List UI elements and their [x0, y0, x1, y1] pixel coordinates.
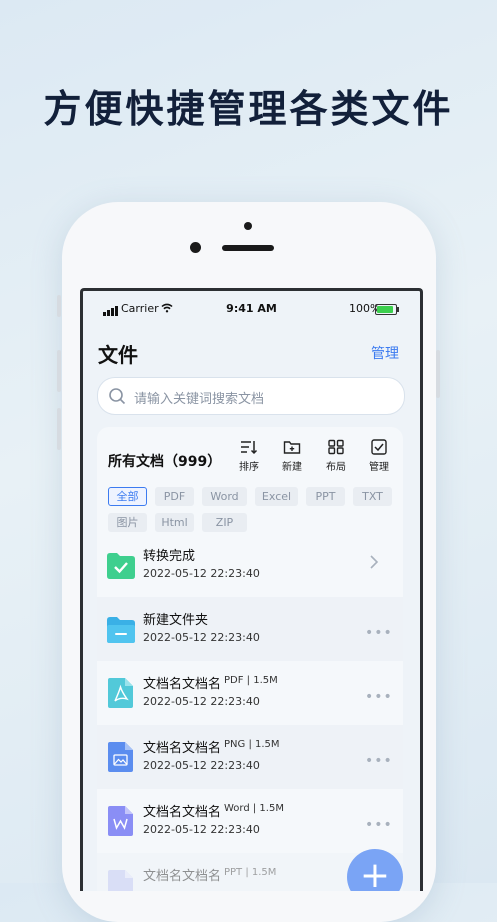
file-date: 2022-05-12 22:23:40	[143, 759, 260, 772]
image-file-icon	[108, 742, 133, 772]
manage-button[interactable]: 管理	[361, 439, 397, 473]
volume-up-button	[57, 350, 61, 392]
file-row[interactable]: 新建文件夹 2022-05-12 22:23:40 •••	[97, 597, 403, 661]
folder-icon	[107, 617, 135, 643]
filter-chip-html[interactable]: Html	[155, 513, 194, 532]
layout-label: 布局	[326, 462, 346, 473]
ppt-file-icon	[108, 870, 133, 891]
filter-chip-excel[interactable]: Excel	[255, 487, 298, 506]
file-date: 2022-05-12 22:23:40	[143, 631, 260, 644]
filter-chip-ppt[interactable]: PPT	[306, 487, 345, 506]
search-placeholder: 请输入关键词搜索文档	[134, 392, 265, 407]
sort-icon	[241, 441, 258, 455]
sort-button[interactable]: 排序	[231, 439, 267, 473]
speaker-grille	[222, 245, 274, 251]
pdf-file-icon	[108, 678, 133, 708]
file-row[interactable]: 文档名文档名 Word | 1.5M 2022-05-12 22:23:40 •…	[97, 789, 403, 853]
file-meta: PPT | 1.5M	[224, 867, 277, 878]
app-screen: Carrier 9:41 AM 100% 文件 管理 请输入关键词搜索文档 所有…	[80, 288, 423, 891]
more-icon[interactable]: •••	[365, 753, 393, 769]
file-meta: Word | 1.5M	[224, 803, 284, 814]
search-icon	[109, 388, 126, 405]
sort-label: 排序	[239, 462, 259, 473]
filter-chip-pdf[interactable]: PDF	[155, 487, 194, 506]
more-icon[interactable]: •••	[365, 689, 393, 705]
sensor-dot	[244, 222, 252, 230]
file-name: 文档名文档名	[143, 805, 222, 820]
folder-check-icon	[107, 553, 135, 579]
power-button	[436, 350, 440, 398]
grid-icon	[328, 439, 344, 455]
status-bar: Carrier 9:41 AM 100%	[83, 291, 420, 317]
file-meta: PDF | 1.5M	[224, 675, 278, 686]
search-input[interactable]: 请输入关键词搜索文档	[97, 377, 405, 415]
file-name: 转换完成	[143, 549, 196, 564]
volume-down-button	[57, 408, 61, 450]
page-title: 文件	[98, 343, 138, 367]
more-icon[interactable]: •••	[365, 817, 393, 833]
camera-dot	[190, 242, 201, 253]
headline: 方便快捷管理各类文件	[43, 87, 454, 131]
file-row[interactable]: 文档名文档名 PNG | 1.5M 2022-05-12 22:23:40 ••…	[97, 725, 403, 789]
filter-chip-zip[interactable]: ZIP	[202, 513, 247, 532]
more-icon[interactable]: •••	[365, 625, 393, 641]
filter-chip-word[interactable]: Word	[202, 487, 247, 506]
battery-icon	[375, 304, 399, 315]
filter-chip-txt[interactable]: TXT	[353, 487, 392, 506]
filter-chip-image[interactable]: 图片	[108, 513, 147, 532]
new-button[interactable]: 新建	[274, 439, 310, 473]
new-folder-icon	[283, 441, 301, 454]
manage-link[interactable]: 管理	[371, 343, 399, 363]
file-date: 2022-05-12 22:23:40	[143, 823, 260, 836]
file-name: 文档名文档名	[143, 741, 222, 756]
panel-title: 所有文档（999）	[108, 454, 222, 470]
mute-switch	[57, 295, 61, 317]
file-name: 文档名文档名	[143, 869, 222, 884]
layout-button[interactable]: 布局	[318, 439, 354, 473]
new-label: 新建	[282, 462, 302, 473]
file-meta: PNG | 1.5M	[224, 739, 280, 750]
checkbox-icon	[371, 439, 387, 455]
manage-label: 管理	[369, 462, 389, 473]
file-date: 2022-05-12 22:23:40	[143, 567, 260, 580]
file-date: 2022-05-12 22:23:40	[143, 695, 260, 708]
documents-panel: 所有文档（999） 排序 新建 布局 管理 全部 PDF Word Excel …	[97, 427, 403, 891]
file-row[interactable]: 文档名文档名 PDF | 1.5M 2022-05-12 22:23:40 ••…	[97, 661, 403, 725]
word-file-icon	[108, 806, 133, 836]
filter-chip-all[interactable]: 全部	[108, 487, 147, 506]
file-name: 新建文件夹	[143, 613, 209, 628]
file-name: 文档名文档名	[143, 677, 222, 692]
chevron-right-icon[interactable]	[369, 554, 379, 570]
file-row[interactable]: 转换完成 2022-05-12 22:23:40	[97, 533, 403, 597]
